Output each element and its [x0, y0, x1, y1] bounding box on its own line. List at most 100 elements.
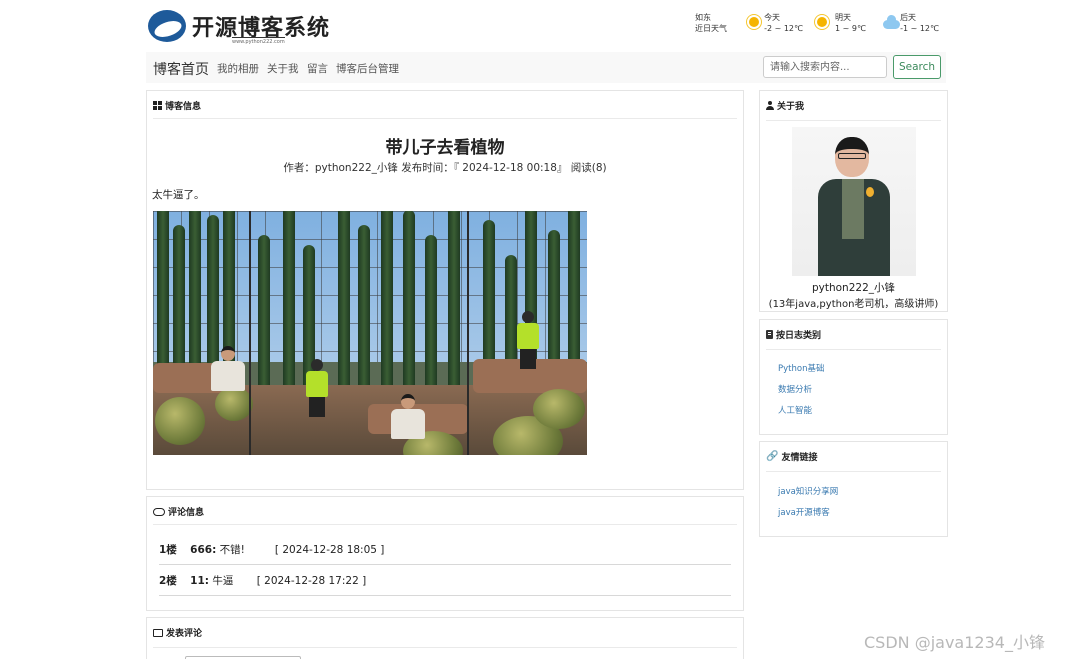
cactus-ball — [533, 389, 585, 429]
logo-url: www.python222.com — [232, 37, 285, 45]
search-button[interactable]: Search — [893, 55, 941, 79]
weather-widget: 如东 近日天气 今天 -2 ~ 12℃ 明天 1 ~ 9℃ 后天 -1 ~ 12… — [695, 12, 939, 42]
site-logo[interactable]: 开源博客系统 www.python222.com — [148, 8, 348, 46]
nav-link-about[interactable]: 关于我 — [267, 61, 299, 76]
person-adult — [211, 361, 245, 391]
avatar — [792, 127, 916, 276]
link-icon: 🔗 — [766, 451, 779, 462]
nav-link-admin[interactable]: 博客后台管理 — [336, 61, 399, 76]
cactus — [338, 211, 350, 395]
nav-link-message[interactable]: 留言 — [307, 61, 328, 76]
weather-day-label: 明天 — [835, 13, 851, 22]
category-link-ai[interactable]: 人工智能 — [778, 404, 812, 416]
weather-day-temp: -1 ~ 12℃ — [900, 24, 939, 33]
post-comment-panel: 发表评论 — [146, 617, 744, 659]
cactus — [283, 211, 295, 395]
post-body: 太牛逼了。 — [152, 189, 205, 201]
panel-heading-text: 关于我 — [777, 102, 805, 112]
blog-info-panel: 博客信息 带儿子去看植物 作者：python222_小锋 发布时间：『 2024… — [146, 90, 744, 490]
post-title: 带儿子去看植物 — [385, 138, 505, 158]
nav-link-album[interactable]: 我的相册 — [217, 61, 259, 76]
divider — [766, 349, 941, 350]
cactus — [381, 211, 393, 395]
friend-link-java-blog[interactable]: java开源博客 — [778, 506, 830, 518]
panel-heading: 发表评论 — [153, 626, 202, 639]
category-link-data-analysis[interactable]: 数据分析 — [778, 383, 812, 395]
panel-heading: 博客信息 — [153, 99, 201, 112]
avatar-glasses — [838, 153, 866, 159]
about-name: python222_小锋 — [811, 282, 896, 294]
weather-location-name: 如东 — [695, 13, 711, 22]
weather-day-label: 后天 — [900, 13, 917, 22]
weather-day-temp: 1 ~ 9℃ — [835, 24, 866, 33]
photo-seam — [467, 211, 469, 455]
cloud-icon — [881, 13, 901, 31]
panel-heading-text: 按日志类别 — [776, 331, 822, 341]
weather-day-temp: -2 ~ 12℃ — [764, 24, 803, 33]
child-head — [311, 359, 323, 371]
child-head — [522, 311, 534, 323]
panel-heading: 按日志类别 — [766, 328, 821, 341]
comment-floor: 2楼 — [159, 575, 177, 587]
weather-today: 今天 -2 ~ 12℃ — [745, 12, 803, 42]
child — [517, 323, 539, 349]
panel-heading-text: 评论信息 — [168, 508, 205, 518]
category-link-python[interactable]: Python基础 — [778, 362, 824, 374]
cactus — [258, 235, 270, 395]
search-input[interactable] — [763, 56, 887, 78]
friend-link-java-knowledge[interactable]: java知识分享网 — [778, 485, 838, 497]
person-head — [401, 394, 415, 409]
about-panel: 关于我 python222_小锋 (13年java,python老司机，高级讲师… — [759, 90, 948, 312]
site-header: 开源博客系统 www.python222.com 如东 近日天气 今天 -2 ~… — [148, 6, 943, 46]
divider — [153, 647, 737, 648]
comment-time: [ 2024-12-28 17:22 ] — [256, 575, 367, 587]
divider — [766, 120, 941, 121]
weather-day-label: 今天 — [764, 13, 781, 22]
post-photo[interactable] — [153, 211, 587, 455]
divider — [159, 595, 731, 596]
cactus — [358, 225, 370, 395]
divider — [766, 471, 941, 472]
person-head — [221, 346, 235, 361]
child-legs — [309, 397, 325, 417]
about-description: (13年java,python老司机，高级讲师) — [768, 299, 939, 310]
comment-item: 2楼 11: 牛逼 [ 2024-12-28 17:22 ] — [159, 573, 366, 588]
nav-brand-home[interactable]: 博客首页 — [153, 59, 209, 79]
cactus-ball — [155, 397, 205, 445]
person-adult — [391, 409, 425, 439]
sun-icon — [745, 13, 760, 31]
sun-icon — [813, 13, 831, 31]
category-panel: 按日志类别 Python基础 数据分析 人工智能 — [759, 319, 948, 435]
weather-subtitle: 近日天气 — [695, 24, 727, 33]
panel-heading: 评论信息 — [153, 505, 204, 518]
weather-location: 如东 近日天气 — [695, 12, 735, 42]
comment-user: 666: — [190, 544, 217, 556]
cactus-ball — [215, 387, 253, 421]
post-meta: 作者：python222_小锋 发布时间：『 2024-12-18 00:18』… — [283, 162, 607, 174]
comment-floor: 1楼 — [159, 544, 177, 556]
book-icon — [766, 330, 773, 339]
panel-heading: 关于我 — [766, 99, 804, 112]
weather-day-after: 后天 -1 ~ 12℃ — [881, 12, 939, 42]
comment-bubble-icon — [153, 507, 165, 516]
panel-heading-text: 友情链接 — [781, 453, 818, 463]
message-icon — [153, 628, 163, 637]
friend-links-panel: 🔗 友情链接 java知识分享网 java开源博客 — [759, 441, 948, 537]
divider — [153, 118, 737, 119]
weather-tomorrow: 明天 1 ~ 9℃ — [813, 12, 871, 42]
comment-text: 牛逼 — [212, 575, 234, 587]
navbar: 博客首页 我的相册 关于我 留言 博客后台管理 Search — [146, 52, 946, 83]
child-legs — [520, 349, 536, 369]
comment-item: 1楼 666: 不错! [ 2024-12-28 18:05 ] — [159, 542, 384, 557]
photo-seam — [249, 211, 251, 455]
panel-heading-text: 博客信息 — [165, 102, 202, 112]
cactus — [448, 211, 460, 395]
divider — [159, 564, 731, 565]
divider — [153, 524, 737, 525]
csdn-watermark: CSDN @java1234_小锋 — [864, 633, 1045, 652]
comment-time: [ 2024-12-28 18:05 ] — [274, 544, 385, 556]
comments-panel: 评论信息 1楼 666: 不错! [ 2024-12-28 18:05 ] 2楼… — [146, 496, 744, 611]
logo-emblem-icon — [148, 10, 186, 42]
avatar-shirt — [842, 179, 864, 239]
avatar-flower — [866, 187, 874, 197]
